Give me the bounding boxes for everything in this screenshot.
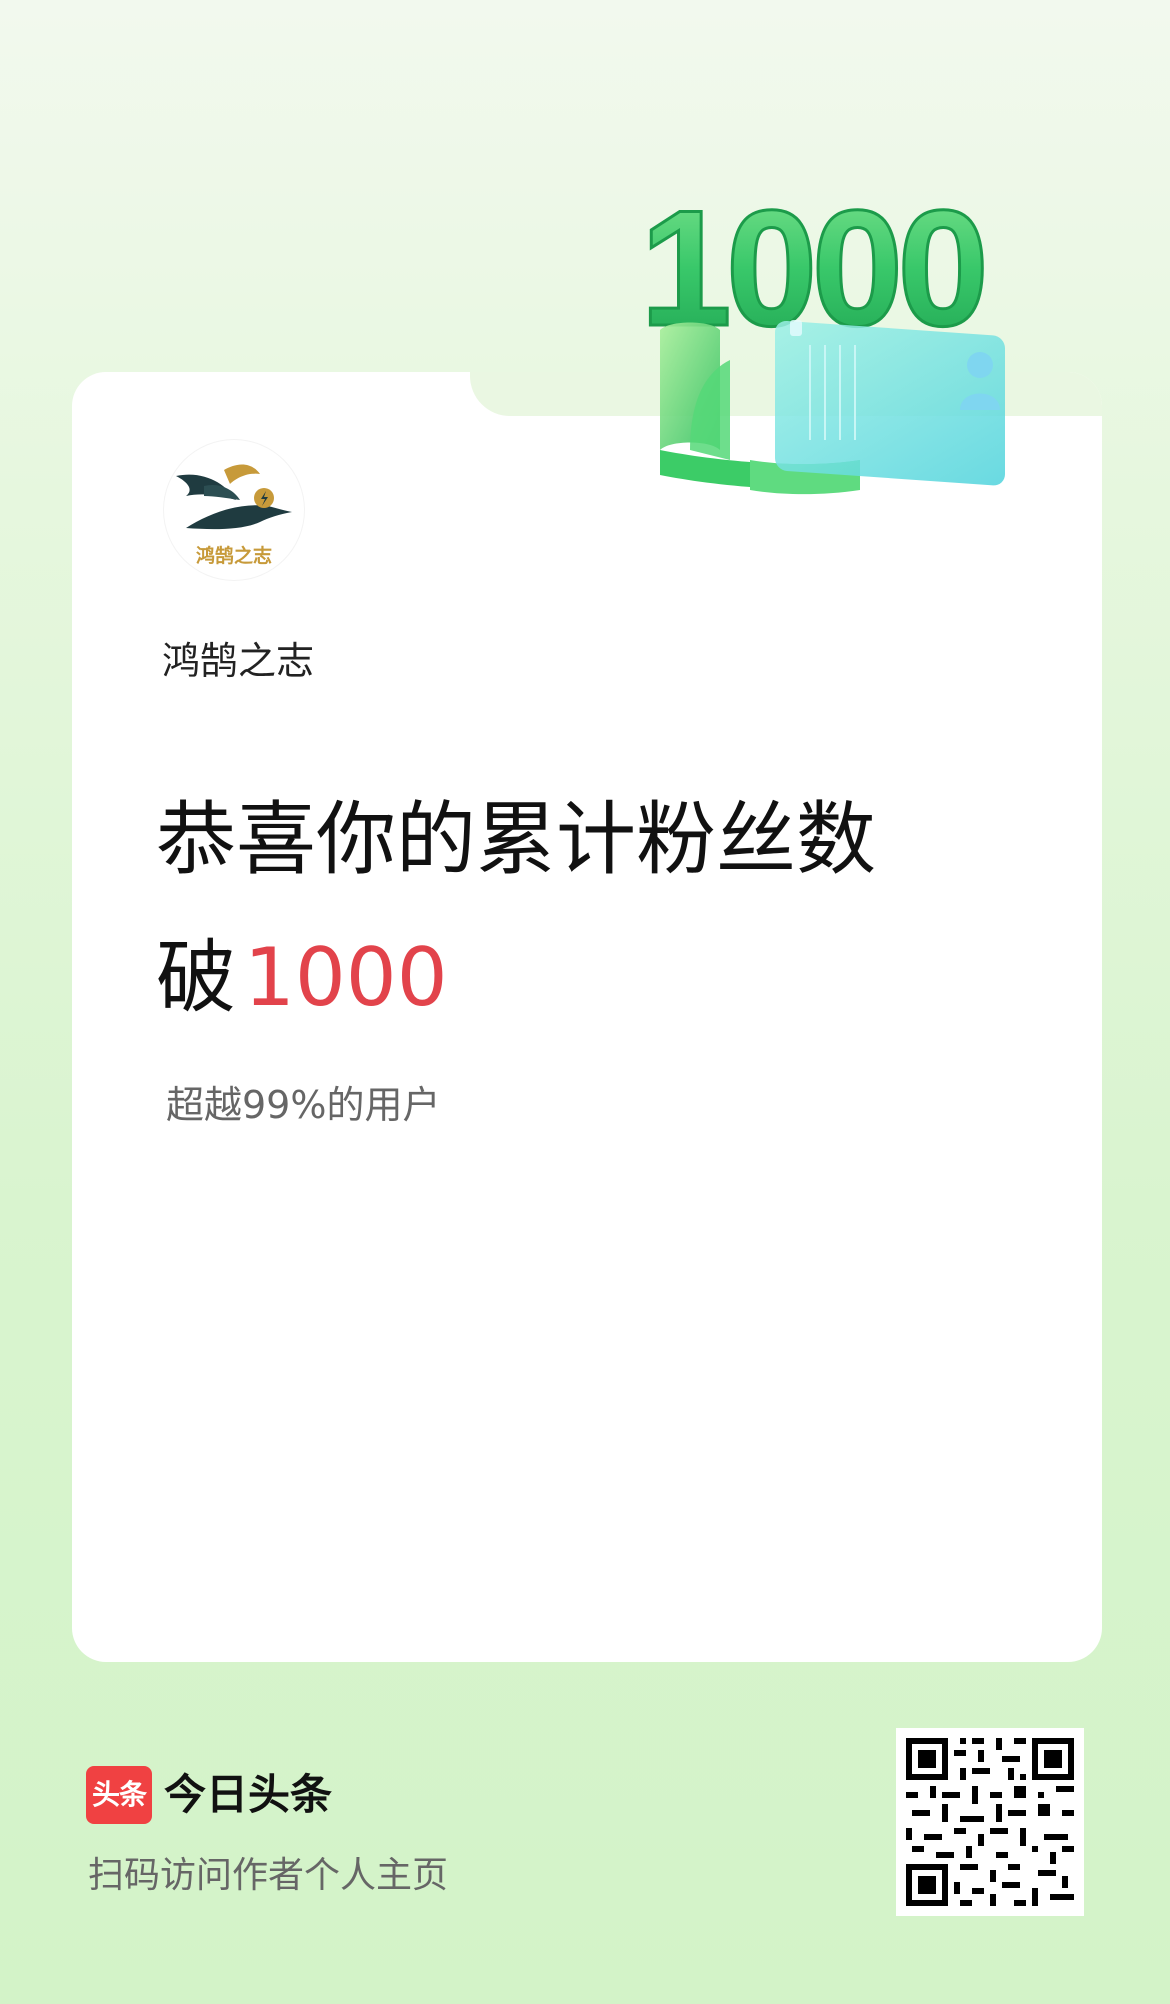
headline-prefix: 破 bbox=[156, 931, 236, 1024]
scan-hint: 扫码访问作者个人主页 bbox=[88, 1855, 449, 1896]
logo-text: 鸿鹄之志 bbox=[196, 544, 272, 567]
qr-code[interactable] bbox=[896, 1728, 1084, 1916]
percentile-text: 超越99%的用户 bbox=[166, 1083, 441, 1127]
bird-logo-icon: 鸿鹄之志 bbox=[176, 464, 292, 567]
author-avatar[interactable]: 鸿鹄之志 bbox=[164, 440, 304, 580]
headline-line1: 恭喜你的累计粉丝数 bbox=[156, 793, 876, 886]
brand-name: 今日头条 bbox=[164, 1770, 333, 1819]
toutiao-logo: 头条 bbox=[86, 1766, 152, 1824]
headline-line2: 破 1000 bbox=[156, 928, 448, 1028]
author-name[interactable]: 鸿鹄之志 bbox=[162, 636, 314, 686]
milestone-number: 1000 bbox=[244, 931, 448, 1024]
milestone-badge: 1000 bbox=[630, 160, 1040, 500]
qr-code-icon bbox=[906, 1738, 1074, 1906]
